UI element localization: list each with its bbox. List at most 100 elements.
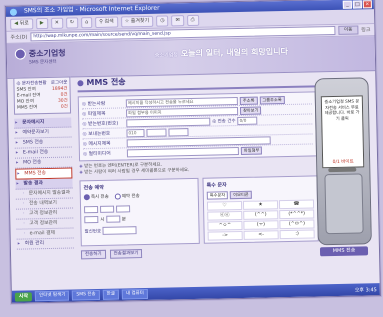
history-icon: ◷ xyxy=(160,17,165,24)
close-button[interactable]: × xyxy=(362,0,372,9)
receiver-number-input[interactable] xyxy=(126,117,211,127)
phone-send-button[interactable]: MMS 전송 xyxy=(319,246,369,257)
sender-mid-input[interactable] xyxy=(146,128,167,137)
mail-button[interactable]: ✉ xyxy=(171,14,184,26)
print-button[interactable]: ⎙ xyxy=(186,14,199,26)
emoticon-cell[interactable]: -> xyxy=(207,230,243,241)
start-button[interactable]: 시작 xyxy=(14,291,33,302)
forward-arrow-icon: ▶ xyxy=(39,19,44,26)
address-label: 주소(D) xyxy=(10,34,28,41)
tab-special-chars[interactable]: 특수문자 xyxy=(206,191,229,200)
result-button[interactable]: 전송결과보기 xyxy=(109,249,143,259)
attach-button[interactable]: 파일첨부 xyxy=(240,146,263,155)
sender-last-input[interactable] xyxy=(168,127,189,136)
browse-button[interactable]: 찾아보기 xyxy=(239,106,262,115)
slogan-small: 중소기업청 xyxy=(154,52,178,59)
radio-icon xyxy=(114,193,121,200)
radio-icon xyxy=(83,194,90,201)
title-bullet-icon xyxy=(77,79,84,86)
account-row: MMS 잔여 0건 xyxy=(16,104,68,111)
account-box: ◎ 문자전송현황 로그아웃 SMS 잔여 1894건 E-mail 잔여 0건 MO… xyxy=(13,76,72,115)
emoticon-cell[interactable]: <- xyxy=(243,230,279,240)
group-address-button[interactable]: 그룹주소록 xyxy=(259,95,285,105)
phone-screen: 중소기업청 SMS 문자전송 서비스 무료 제공합니다. 바로 가기 클릭 0/… xyxy=(320,95,365,169)
emoticon-cell[interactable]: ⓞⓞ xyxy=(207,210,243,221)
emoticon-cell[interactable]: (*^^*) xyxy=(279,209,315,220)
search-button[interactable]: ⚲ 검색 xyxy=(95,16,118,28)
emoticon-panel: 특수 문자 특수문자 이모티콘 ♡ ★ ☎ ⓞⓞ (^^) (*^^*) ^ㅇ^… xyxy=(202,175,319,244)
hour-select[interactable] xyxy=(84,215,99,224)
sidebar: ◎ 문자전송현황 로그아웃 SMS 잔여 1894건 E-mail 잔여 0건 MO… xyxy=(13,76,74,288)
emoticon-cell[interactable]: :) xyxy=(279,229,315,240)
emoticon-title: 특수 문자 xyxy=(206,182,227,189)
emoticon-cell[interactable]: ★ xyxy=(242,200,279,210)
links-label[interactable]: 링크 xyxy=(361,26,370,33)
back-arrow-icon: ◀ xyxy=(14,20,19,27)
taskbar-item[interactable]: 인터넷 탐색기 xyxy=(34,290,70,302)
star-icon: ☆ xyxy=(124,17,130,24)
browser-window: SMS의 조소 가입업 - Microsoft Internet Explore… xyxy=(4,0,381,304)
taskbar-item[interactable]: 한글 xyxy=(102,289,120,300)
refresh-icon: ↻ xyxy=(69,18,75,26)
phone-preview: 중소기업청 SMS 문자전송 서비스 무료 제공합니다. 바로 가기 클릭 0/… xyxy=(314,77,372,257)
media-file-input[interactable] xyxy=(126,146,239,157)
address-book-button[interactable]: 주소록 xyxy=(239,96,258,105)
site-logo[interactable]: 중소기업청 SMS 문자센터 xyxy=(14,48,66,65)
site-banner: 중소기업청 SMS 문자센터 중소기업청 오늘의 일터, 내일의 희망입니다 xyxy=(6,36,376,79)
taskbar-clock: 오후 3:45 xyxy=(354,286,377,294)
logo-name: 중소기업청 xyxy=(28,48,66,59)
day-select[interactable] xyxy=(116,205,131,213)
emoticon-tabs: 특수문자 이모티콘 xyxy=(206,189,314,200)
history-button[interactable]: ◷ xyxy=(156,14,169,27)
logo-mark-icon xyxy=(14,48,26,60)
home-button[interactable]: ⌂ xyxy=(80,16,93,28)
file-title-input[interactable]: 파일 첨부용 이미지 xyxy=(125,106,239,117)
go-button[interactable]: 이동 xyxy=(338,25,359,35)
refresh-button[interactable]: ↻ xyxy=(65,16,79,29)
search-icon: ⚲ xyxy=(99,18,103,25)
radio-send-now[interactable]: 즉시 전송 xyxy=(83,194,109,201)
recipient-input[interactable]: 메시지를 작성하시고 전송을 누르세요 xyxy=(125,96,238,107)
emoticon-cell[interactable]: (^ㅁ^) xyxy=(279,219,315,230)
send-options-panel: 전송 예약 즉시 전송 예약 전송 시 분 발신번호 xyxy=(79,177,200,247)
window-title: SMS의 조소 가입업 - Microsoft Internet Explore… xyxy=(23,4,160,15)
phone-keypad xyxy=(324,173,364,235)
favorites-button[interactable]: ☆ 즐겨찾기 xyxy=(120,15,154,27)
send-button[interactable]: 전송하기 xyxy=(80,249,106,260)
slogan-text: 오늘의 일터, 내일의 희망입니다 xyxy=(180,46,289,59)
sidebar-menu: 문자메시지 예약문자보기 SMS 전송 E-mail 전송 MO 전송 MMS … xyxy=(14,117,74,250)
maximize-button[interactable]: □ xyxy=(352,0,362,9)
sender-number-label: 발신번호 xyxy=(84,229,102,235)
phone-message-text: 중소기업청 SMS 문자전송 서비스 무료 제공합니다. 바로 가기 클릭 xyxy=(324,98,360,121)
taskbar-item[interactable]: SMS 전송 xyxy=(72,289,100,301)
minute-select[interactable] xyxy=(105,215,120,223)
tab-emoticons[interactable]: 이모티콘 xyxy=(230,190,252,200)
phone-nav-key xyxy=(328,167,357,173)
sidebar-item[interactable]: 회원 관리 xyxy=(16,238,74,250)
taskbar-item[interactable]: 내 컴퓨터 xyxy=(121,288,149,300)
ie-icon xyxy=(9,8,18,16)
emoticon-cell[interactable]: ^ㅇ^ xyxy=(207,220,243,231)
minimize-button[interactable]: _ xyxy=(342,0,352,9)
radio-send-later[interactable]: 예약 전송 xyxy=(114,193,140,200)
back-button[interactable]: ◀ 뒤로 xyxy=(10,17,33,30)
emoticon-cell[interactable]: (^^) xyxy=(243,210,279,220)
month-select[interactable] xyxy=(100,205,115,213)
emoticon-cell[interactable]: ♡ xyxy=(206,200,243,211)
sender-number-input[interactable] xyxy=(102,226,137,235)
mail-icon: ✉ xyxy=(175,16,180,23)
stop-button[interactable]: ✕ xyxy=(50,17,64,29)
logout-link[interactable]: 로그아웃 xyxy=(51,80,68,86)
send-options-title: 전송 예약 xyxy=(83,184,104,192)
account-title: ◎ 문자전송현황 xyxy=(16,81,47,87)
emoticon-grid: ♡ ★ ☎ ⓞⓞ (^^) (*^^*) ^ㅇ^ (ㅜ) (^ㅁ^) -> <-… xyxy=(206,199,315,241)
banner-slogan: 중소기업청 오늘의 일터, 내일의 희망입니다 xyxy=(155,46,288,60)
emoticon-cell[interactable]: ☎ xyxy=(278,199,315,210)
sender-prefix-select[interactable]: 010 xyxy=(126,128,145,137)
form-buttons: 전송하기 전송결과보기 xyxy=(80,245,319,260)
emoticon-cell[interactable]: (ㅜ) xyxy=(243,220,279,230)
forward-button[interactable]: ▶ xyxy=(35,17,48,29)
lower-panels: 전송 예약 즉시 전송 예약 전송 시 분 발신번호 특수 문자 특수문자 이모… xyxy=(79,175,319,247)
year-select[interactable] xyxy=(84,205,99,214)
byte-count: 0/0 xyxy=(237,116,258,125)
